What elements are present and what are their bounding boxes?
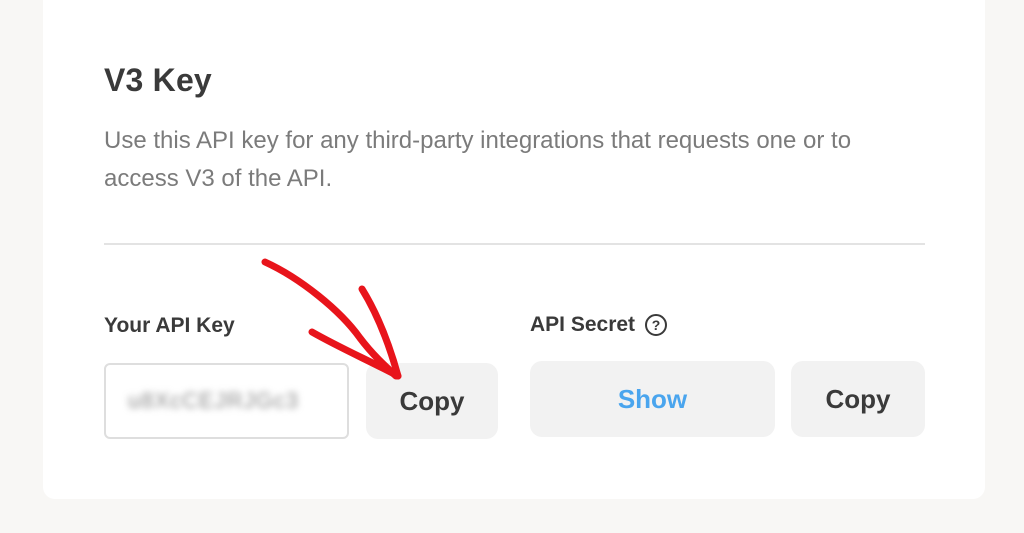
section-title: V3 Key bbox=[104, 62, 212, 98]
question-circle-icon[interactable]: ? bbox=[645, 314, 668, 336]
section-description: Use this API key for any third-party int… bbox=[104, 127, 852, 192]
divider bbox=[104, 243, 925, 245]
api-key-value: u8XcCEJRJGc3 bbox=[128, 388, 299, 413]
api-secret-label: API Secret ? bbox=[530, 313, 668, 337]
api-key-label: Your API Key bbox=[104, 314, 235, 338]
api-secret-label-text: API Secret bbox=[530, 313, 636, 336]
api-key-field[interactable]: u8XcCEJRJGc3 bbox=[104, 363, 349, 439]
api-key-label-text: Your API Key bbox=[104, 314, 235, 337]
copy-api-key-button[interactable]: Copy bbox=[366, 363, 498, 439]
show-api-secret-button[interactable]: Show bbox=[530, 361, 775, 437]
copy-api-secret-button[interactable]: Copy bbox=[791, 361, 925, 437]
